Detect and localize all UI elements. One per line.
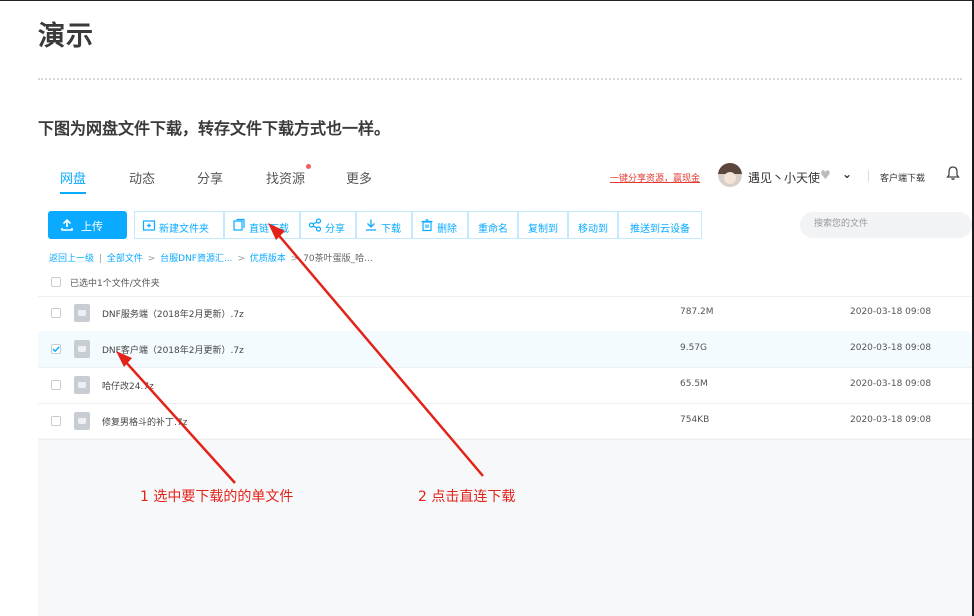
- trash-icon: [421, 219, 433, 232]
- archive-file-icon: [74, 412, 90, 430]
- file-row[interactable]: 修复男格斗的补丁.7z 754KB 2020-03-18 09:08: [38, 403, 972, 440]
- file-size: 9.57G: [680, 343, 708, 353]
- tab-find-resources[interactable]: 找资源: [266, 168, 305, 187]
- file-row-selected[interactable]: DNF客户端（2018年2月更新）.7z 9.57G 2020-03-18 09…: [38, 331, 972, 368]
- vip-heart-icon: ♥: [820, 168, 831, 182]
- upload-label: 上传: [81, 220, 103, 233]
- move-to-label: 移动到: [578, 224, 608, 235]
- direct-download-label: 直链下载: [249, 224, 289, 235]
- file-size: 787.2M: [680, 307, 714, 317]
- file-size: 65.5M: [680, 379, 708, 389]
- file-row[interactable]: 哈仔改24.7z 65.5M 2020-03-18 09:08: [38, 367, 972, 404]
- breadcrumb-back[interactable]: 返回上一级: [49, 254, 94, 264]
- new-folder-button[interactable]: 新建文件夹: [134, 211, 224, 239]
- move-to-button[interactable]: 移动到: [568, 211, 618, 239]
- active-tab-indicator: [60, 192, 86, 194]
- breadcrumb-current: 70茶叶蛋版_哈...: [303, 254, 373, 264]
- archive-file-icon: [74, 340, 90, 358]
- archive-file-icon: [74, 376, 90, 394]
- search-box: [800, 212, 972, 238]
- divider: [38, 78, 962, 80]
- checkmark-icon: [52, 346, 60, 353]
- file-checkbox-checked[interactable]: [51, 344, 61, 354]
- breadcrumb-level2[interactable]: 优质版本: [250, 254, 286, 264]
- file-checkbox[interactable]: [51, 416, 61, 426]
- archive-file-icon: [74, 304, 90, 322]
- tab-activity[interactable]: 动态: [129, 168, 155, 187]
- direct-download-button[interactable]: 直链下载: [224, 211, 300, 239]
- username[interactable]: 遇见丶小天使: [748, 169, 820, 186]
- new-folder-icon: [142, 220, 156, 231]
- breadcrumb-level1[interactable]: 台服DNF資源汇...: [160, 254, 232, 264]
- file-name[interactable]: DNF服务端（2018年2月更新）.7z: [102, 307, 244, 320]
- file-date: 2020-03-18 09:08: [850, 343, 932, 353]
- share-button[interactable]: 分享: [300, 211, 356, 239]
- direct-download-icon: [233, 218, 245, 231]
- notification-dot: [306, 164, 311, 169]
- share-icon: [308, 218, 322, 232]
- share-label: 分享: [325, 224, 345, 235]
- selection-count: 已选中1个文件/文件夹: [70, 279, 160, 289]
- chevron-down-icon[interactable]: ⌄: [842, 167, 852, 181]
- file-size: 754KB: [680, 415, 710, 425]
- push-to-cloud-button[interactable]: 推送到云设备: [618, 211, 702, 239]
- select-all-checkbox[interactable]: [51, 277, 61, 287]
- tab-share[interactable]: 分享: [197, 168, 223, 187]
- search-input[interactable]: [812, 218, 966, 230]
- tab-netdisk[interactable]: 网盘: [60, 168, 86, 187]
- bell-icon[interactable]: [944, 164, 962, 182]
- nav-separator: [868, 170, 869, 182]
- annotation-step2: 2 点击直连下载: [418, 489, 516, 505]
- file-checkbox[interactable]: [51, 380, 61, 390]
- push-to-cloud-label: 推送到云设备: [630, 224, 690, 235]
- file-name[interactable]: 哈仔改24.7z: [102, 379, 154, 392]
- copy-to-label: 复制到: [528, 224, 558, 235]
- file-name[interactable]: 修复男格斗的补丁.7z: [102, 415, 187, 428]
- rename-label: 重命名: [478, 224, 508, 235]
- selection-bar: 已选中1个文件/文件夹: [38, 268, 972, 297]
- download-label: 下载: [381, 224, 401, 235]
- avatar[interactable]: [718, 163, 742, 187]
- breadcrumb-separator: |: [98, 254, 102, 264]
- delete-button[interactable]: 删除: [412, 211, 468, 239]
- breadcrumb: 返回上一级 | 全部文件 > 台服DNF資源汇... > 优质版本 > 70茶叶…: [49, 251, 373, 264]
- file-row[interactable]: DNF服务端（2018年2月更新）.7z 787.2M 2020-03-18 0…: [38, 295, 972, 332]
- netdisk-screenshot: 网盘 动态 分享 找资源 更多 一键分享资源，赢现金 遇见丶小天使 ♥ ⌄ 客户…: [38, 150, 972, 616]
- delete-label: 删除: [437, 224, 457, 235]
- client-download-link[interactable]: 客户端下载: [880, 171, 925, 184]
- breadcrumb-separator: >: [290, 254, 299, 264]
- annotation-step1: 1 选中要下载的的单文件: [140, 489, 294, 505]
- file-checkbox[interactable]: [51, 308, 61, 318]
- file-date: 2020-03-18 09:08: [850, 379, 932, 389]
- file-date: 2020-03-18 09:08: [850, 307, 932, 317]
- top-nav: 网盘 动态 分享 找资源 更多 一键分享资源，赢现金 遇见丶小天使 ♥ ⌄ 客户…: [38, 150, 972, 196]
- tab-more[interactable]: 更多: [346, 168, 372, 187]
- file-date: 2020-03-18 09:08: [850, 415, 932, 425]
- upload-button[interactable]: 上传: [48, 211, 127, 239]
- breadcrumb-separator: >: [237, 254, 245, 264]
- upload-icon: [61, 218, 73, 231]
- new-folder-label: 新建文件夹: [159, 224, 209, 235]
- breadcrumb-all-files[interactable]: 全部文件: [107, 254, 143, 264]
- file-name[interactable]: DNF客户端（2018年2月更新）.7z: [102, 343, 244, 356]
- promo-link[interactable]: 一键分享资源，赢现金: [610, 171, 700, 184]
- top-border: [0, 0, 974, 1]
- rename-button[interactable]: 重命名: [468, 211, 518, 239]
- copy-to-button[interactable]: 复制到: [518, 211, 568, 239]
- download-icon: [366, 219, 376, 231]
- page-title: 演示: [38, 21, 94, 52]
- intro-text: 下图为网盘文件下载，转存文件下载方式也一样。: [38, 119, 391, 138]
- breadcrumb-separator: >: [147, 254, 156, 264]
- download-button[interactable]: 下载: [356, 211, 412, 239]
